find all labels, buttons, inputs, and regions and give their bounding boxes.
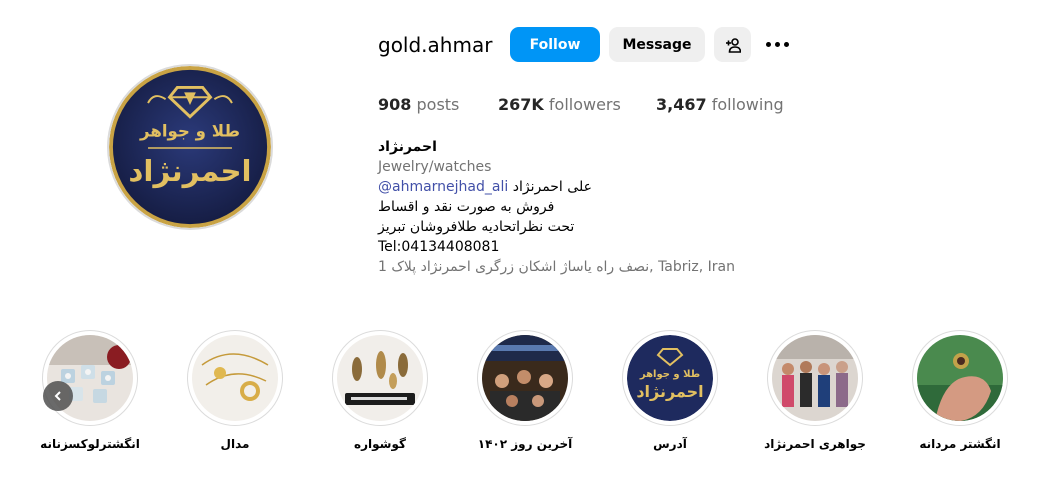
highlight-cover: طلا و جواهر احمرنژاد	[627, 335, 713, 421]
highlight-label: انگشتر مردانه	[919, 437, 1001, 451]
highlight-ring: طلا و جواهر احمرنژاد	[622, 330, 718, 426]
highlights-scroll-prev-button[interactable]	[43, 381, 73, 411]
more-options-icon[interactable]	[762, 32, 792, 57]
bio-address[interactable]: نصف راه یاساژ اشکان زرگری احمرنژاد پلاک …	[378, 257, 798, 279]
highlight-cover	[337, 335, 423, 421]
logo-big-text: احمرنژاد	[128, 154, 251, 188]
highlight-ring	[477, 330, 573, 426]
highlight-label: انگشترلوکسزنانه	[40, 437, 140, 451]
profile-avatar[interactable]: طلا و جواهر احمرنژاد	[107, 64, 273, 230]
highlight-label: گوشواره	[354, 437, 406, 451]
bio-phone: Tel:04134408081	[378, 239, 500, 255]
following-count: 3,467	[656, 95, 707, 114]
posts-count: 908	[378, 95, 412, 114]
bio-mention-link[interactable]: @ahmarnejhad_ali	[378, 179, 508, 195]
highlight-label: جواهری احمرنژاد	[764, 437, 866, 451]
logo-big-text: احمرنژاد	[636, 382, 703, 401]
posts-stat: 908 posts	[378, 94, 459, 116]
highlight-last-day-1402[interactable]: آخرین روز ۱۴۰۲	[476, 330, 574, 452]
followers-count: 267K	[498, 95, 544, 114]
logo-small-text: طلا و جواهر	[139, 121, 240, 141]
bio-mention-prefix: علی احمرنژاد	[512, 179, 592, 195]
highlight-cover	[192, 335, 278, 421]
followers-label: followers	[548, 95, 621, 114]
highlight-label: آدرس	[653, 437, 687, 451]
suggested-users-button[interactable]	[714, 27, 751, 62]
highlight-ring	[42, 330, 138, 426]
highlight-ring	[187, 330, 283, 426]
highlight-label: مدال	[220, 437, 250, 451]
profile-username: gold.ahmar	[378, 33, 493, 57]
person-add-icon	[725, 37, 741, 53]
brand-logo: طلا و جواهر احمرنژاد	[109, 66, 271, 228]
bio-name: احمرنژاد	[378, 139, 437, 155]
bio-category: Jewelry/watches	[378, 159, 492, 175]
highlight-cover	[917, 335, 1003, 421]
followers-stat[interactable]: 267K followers	[498, 94, 621, 116]
profile-bio: احمرنژاد Jewelry/watches @ahmarnejhad_al…	[378, 137, 798, 279]
message-button[interactable]: Message	[609, 27, 705, 62]
highlight-ahmarnejad-jewelry[interactable]: جواهری احمرنژاد	[764, 330, 866, 452]
highlight-earrings[interactable]: گوشواره	[331, 330, 429, 452]
highlight-cover	[482, 335, 568, 421]
highlight-mens-rings[interactable]: انگشتر مردانه	[911, 330, 1009, 452]
bio-line-2: فروش به صورت نقد و اقساط	[378, 199, 555, 215]
follow-button[interactable]: Follow	[510, 27, 600, 62]
highlight-medal[interactable]: مدال	[186, 330, 284, 452]
bio-line-3: تحت نظراتحادیه طلافروشان تبریز	[378, 219, 575, 235]
highlight-address[interactable]: طلا و جواهر احمرنژاد آدرس	[621, 330, 719, 452]
highlight-label: آخرین روز ۱۴۰۲	[477, 437, 573, 451]
following-label: following	[711, 95, 784, 114]
highlight-ring	[767, 330, 863, 426]
highlight-ring	[332, 330, 428, 426]
chevron-left-icon	[54, 391, 61, 401]
bio-line-1: @ahmarnejhad_ali علی احمرنژاد	[378, 177, 798, 197]
logo-small-text: طلا و جواهر	[639, 369, 700, 380]
posts-label: posts	[416, 95, 460, 114]
following-stat[interactable]: 3,467 following	[656, 94, 784, 116]
highlight-cover	[772, 335, 858, 421]
highlight-ring	[912, 330, 1008, 426]
